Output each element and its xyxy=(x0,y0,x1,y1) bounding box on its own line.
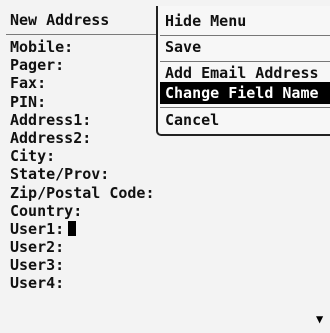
field-user3[interactable]: User3: xyxy=(10,256,155,274)
field-state-prov[interactable]: State/Prov: xyxy=(10,165,155,183)
field-mobile[interactable]: Mobile: xyxy=(10,38,155,56)
menu-item-change-field-name[interactable]: Change Field Name xyxy=(160,82,330,104)
field-label: User2: xyxy=(10,238,65,257)
text-cursor xyxy=(68,220,77,236)
field-city[interactable]: City: xyxy=(10,147,155,165)
field-label: Fax: xyxy=(10,74,47,93)
field-label: Zip/Postal Code: xyxy=(10,183,155,202)
field-list: Mobile: Pager: Fax: PIN: Address1: Addre… xyxy=(10,38,155,293)
field-country[interactable]: Country: xyxy=(10,202,155,220)
field-label: Country: xyxy=(10,201,83,220)
title-divider xyxy=(6,34,156,35)
field-fax[interactable]: Fax: xyxy=(10,74,155,92)
menu-item-add-email-address[interactable]: Add Email Address xyxy=(160,62,330,84)
field-user2[interactable]: User2: xyxy=(10,238,155,256)
field-label: PIN: xyxy=(10,92,47,111)
field-label: Address2: xyxy=(10,128,92,147)
field-pin[interactable]: PIN: xyxy=(10,93,155,111)
field-pager[interactable]: Pager: xyxy=(10,56,155,74)
field-label: Pager: xyxy=(10,56,65,75)
field-label: User4: xyxy=(10,274,65,293)
menu-item-cancel[interactable]: Cancel xyxy=(160,109,330,131)
field-label: City: xyxy=(10,147,56,166)
field-label: State/Prov: xyxy=(10,165,110,184)
field-label: User3: xyxy=(10,256,65,275)
field-user1[interactable]: User1: xyxy=(10,220,155,238)
menu-item-hide-menu[interactable]: Hide Menu xyxy=(160,10,330,32)
field-zip-postal-code[interactable]: Zip/Postal Code: xyxy=(10,184,155,202)
field-label: Mobile: xyxy=(10,38,74,56)
scroll-down-icon: ▼ xyxy=(316,312,324,326)
field-user4[interactable]: User4: xyxy=(10,274,155,292)
field-label: Address1: xyxy=(10,110,92,129)
context-menu: Hide Menu Save Add Email Address Change … xyxy=(156,6,330,136)
address-form-screen: New Address Mobile: Pager: Fax: PIN: Add… xyxy=(0,0,330,333)
field-address2[interactable]: Address2: xyxy=(10,129,155,147)
menu-item-save[interactable]: Save xyxy=(160,36,330,58)
form-title: New Address xyxy=(10,11,110,29)
field-address1[interactable]: Address1: xyxy=(10,111,155,129)
menu-separator xyxy=(160,107,330,108)
field-label: User1: xyxy=(10,219,65,238)
